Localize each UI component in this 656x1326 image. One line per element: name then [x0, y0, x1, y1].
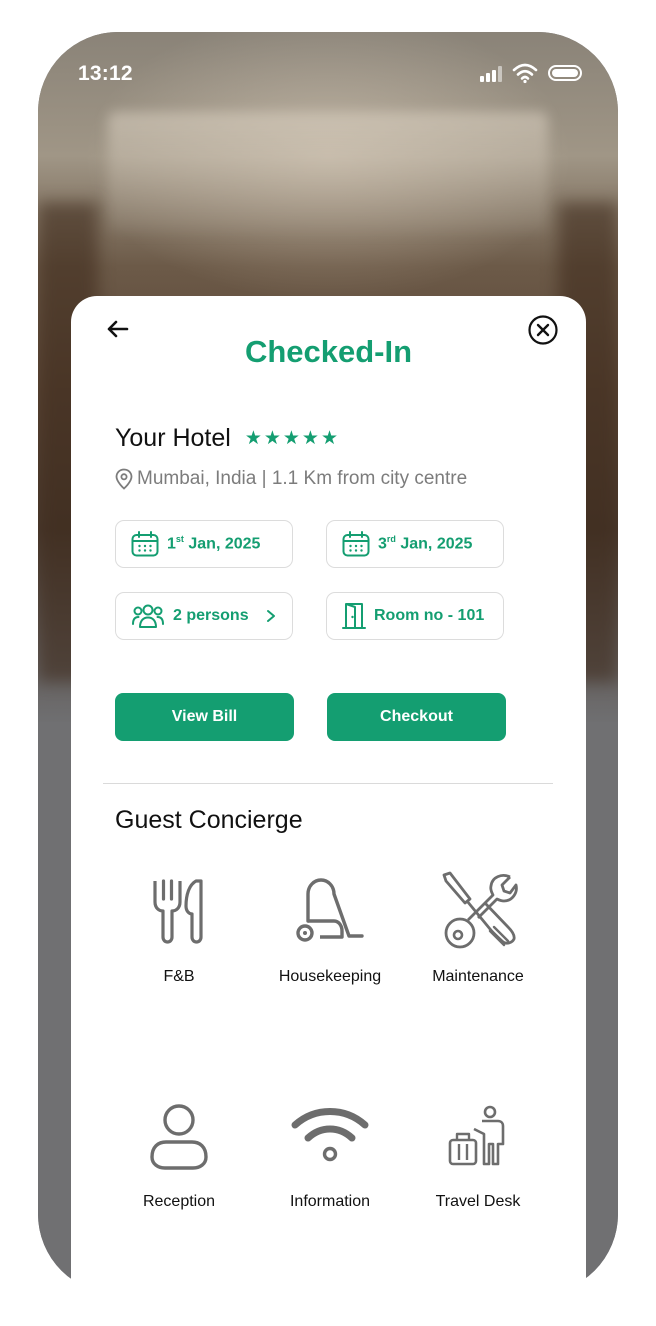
checkout-date-chip[interactable]: 3rd Jan, 2025 [326, 520, 504, 568]
service-label: Reception [142, 1193, 216, 1210]
status-time: 13:12 [78, 62, 133, 85]
star-rating: ★★★★★ [244, 428, 340, 449]
calendar-icon [131, 531, 159, 557]
service-label: F&B [163, 968, 195, 985]
group-people-icon [132, 604, 164, 628]
wifi-status-icon [512, 63, 538, 84]
status-bar: 13:12 [38, 32, 618, 118]
tools-icon [442, 871, 518, 949]
service-label: Information [289, 1193, 371, 1210]
section-title: Guest Concierge [115, 806, 303, 834]
service-label: Travel Desk [435, 1193, 521, 1210]
checkin-date: 1st Jan, 2025 [167, 534, 261, 553]
page-title: Checked-In [244, 334, 413, 369]
location-pin-icon [115, 468, 133, 490]
checkin-card: Checked-In Your Hotel ★★★★★ Mumbai, Indi… [71, 296, 586, 1326]
service-label: Maintenance [432, 968, 524, 985]
guests-chip[interactable]: 2 persons [115, 592, 293, 640]
checkout-date: 3rd Jan, 2025 [378, 534, 473, 553]
guests-count: 2 persons [173, 607, 249, 624]
service-maintenance[interactable]: Maintenance [403, 866, 553, 986]
view-bill-button[interactable]: View Bill [115, 693, 294, 741]
hotel-header: Your Hotel ★★★★★ [115, 424, 340, 453]
room-number: Room no - 101 [374, 607, 485, 624]
traveler-luggage-icon [448, 1105, 505, 1166]
person-icon [150, 1104, 208, 1170]
calendar-icon [342, 531, 370, 557]
service-fnb[interactable]: F&B [104, 866, 254, 986]
vacuum-cleaner-icon [296, 878, 364, 942]
location-text: Mumbai, India | 1.1 Km from city centre [137, 468, 468, 489]
checkout-button[interactable]: Checkout [327, 693, 506, 741]
divider [103, 783, 553, 784]
service-reception[interactable]: Reception [104, 1091, 254, 1211]
room-chip[interactable]: Room no - 101 [326, 592, 504, 640]
service-housekeeping[interactable]: Housekeeping [255, 866, 405, 986]
chevron-right-icon [267, 610, 275, 622]
hotel-name: Your Hotel [115, 424, 231, 452]
service-label: Housekeeping [278, 968, 382, 985]
battery-icon [548, 65, 582, 81]
checkin-date-chip[interactable]: 1st Jan, 2025 [115, 520, 293, 568]
service-information[interactable]: Information [255, 1091, 405, 1211]
wifi-icon [291, 1108, 369, 1162]
fork-knife-icon [153, 879, 203, 944]
service-travel-desk[interactable]: Travel Desk [403, 1091, 553, 1211]
signal-icon [480, 66, 502, 82]
hotel-location: Mumbai, India | 1.1 Km from city centre [115, 468, 467, 490]
door-icon [342, 603, 366, 629]
